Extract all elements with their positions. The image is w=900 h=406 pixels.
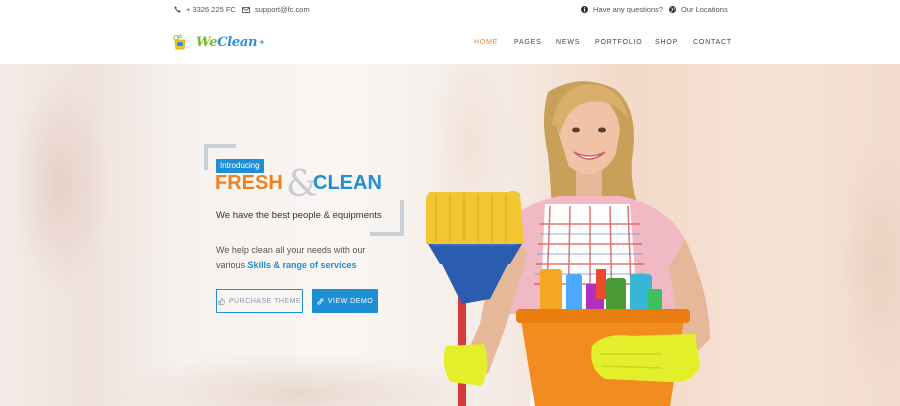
phone-number: + 3326 225 FC	[186, 5, 236, 14]
phone-contact[interactable]: + 3326 225 FC	[174, 5, 236, 14]
site-logo[interactable]: WeClean	[172, 34, 266, 50]
nav-shop[interactable]: SHOP	[655, 39, 678, 46]
locations-link[interactable]: Our Locations	[669, 5, 728, 14]
purchase-theme-label: PURCHASE THEME	[228, 297, 302, 305]
hero-description: We help clean all your needs with our va…	[216, 243, 396, 273]
nav-pages[interactable]: PAGES	[514, 39, 542, 46]
hero-tagline: We have the best people & equipments	[216, 210, 382, 221]
sparkle-icon	[259, 39, 266, 45]
desc-highlight: Skills & range of services	[247, 260, 357, 270]
bucket-logo-icon	[173, 34, 186, 50]
mail-icon	[242, 6, 250, 13]
thumbs-up-icon	[218, 297, 225, 305]
introducing-badge: Introducing	[216, 159, 264, 173]
title-fresh: FRESH	[215, 172, 283, 194]
purchase-theme-button[interactable]: PURCHASE THEME	[216, 289, 303, 313]
nav-home[interactable]: HOME	[474, 39, 498, 46]
locations-text: Our Locations	[681, 5, 728, 14]
nav-contact[interactable]: CONTACT	[693, 39, 732, 46]
questions-link[interactable]: Have any questions?	[581, 5, 663, 14]
main-header: WeClean HOME PAGES NEWS PORTFOLIO SHOP C…	[0, 20, 900, 64]
title-clean: CLEAN	[313, 172, 382, 194]
email-contact[interactable]: support@fc.com	[242, 5, 310, 14]
view-demo-label: VIEW DEMO	[327, 297, 374, 305]
nav-news[interactable]: NEWS	[556, 39, 580, 46]
phone-icon	[174, 6, 181, 13]
logo-text: WeClean	[196, 34, 258, 50]
desc-prefix: various	[216, 260, 248, 270]
globe-icon	[669, 6, 676, 13]
questions-text: Have any questions?	[593, 5, 664, 14]
cleaning-woman-image	[426, 81, 710, 406]
view-demo-button[interactable]: VIEW DEMO	[312, 289, 378, 313]
top-bar: + 3326 225 FC support@fc.com Have any qu…	[0, 0, 900, 20]
desc-line1: We help clean all your needs with our	[216, 245, 366, 255]
link-icon	[317, 297, 324, 305]
info-icon	[581, 6, 588, 13]
nav-portfolio[interactable]: PORTFOLIO	[595, 39, 643, 46]
email-address: support@fc.com	[255, 5, 310, 14]
